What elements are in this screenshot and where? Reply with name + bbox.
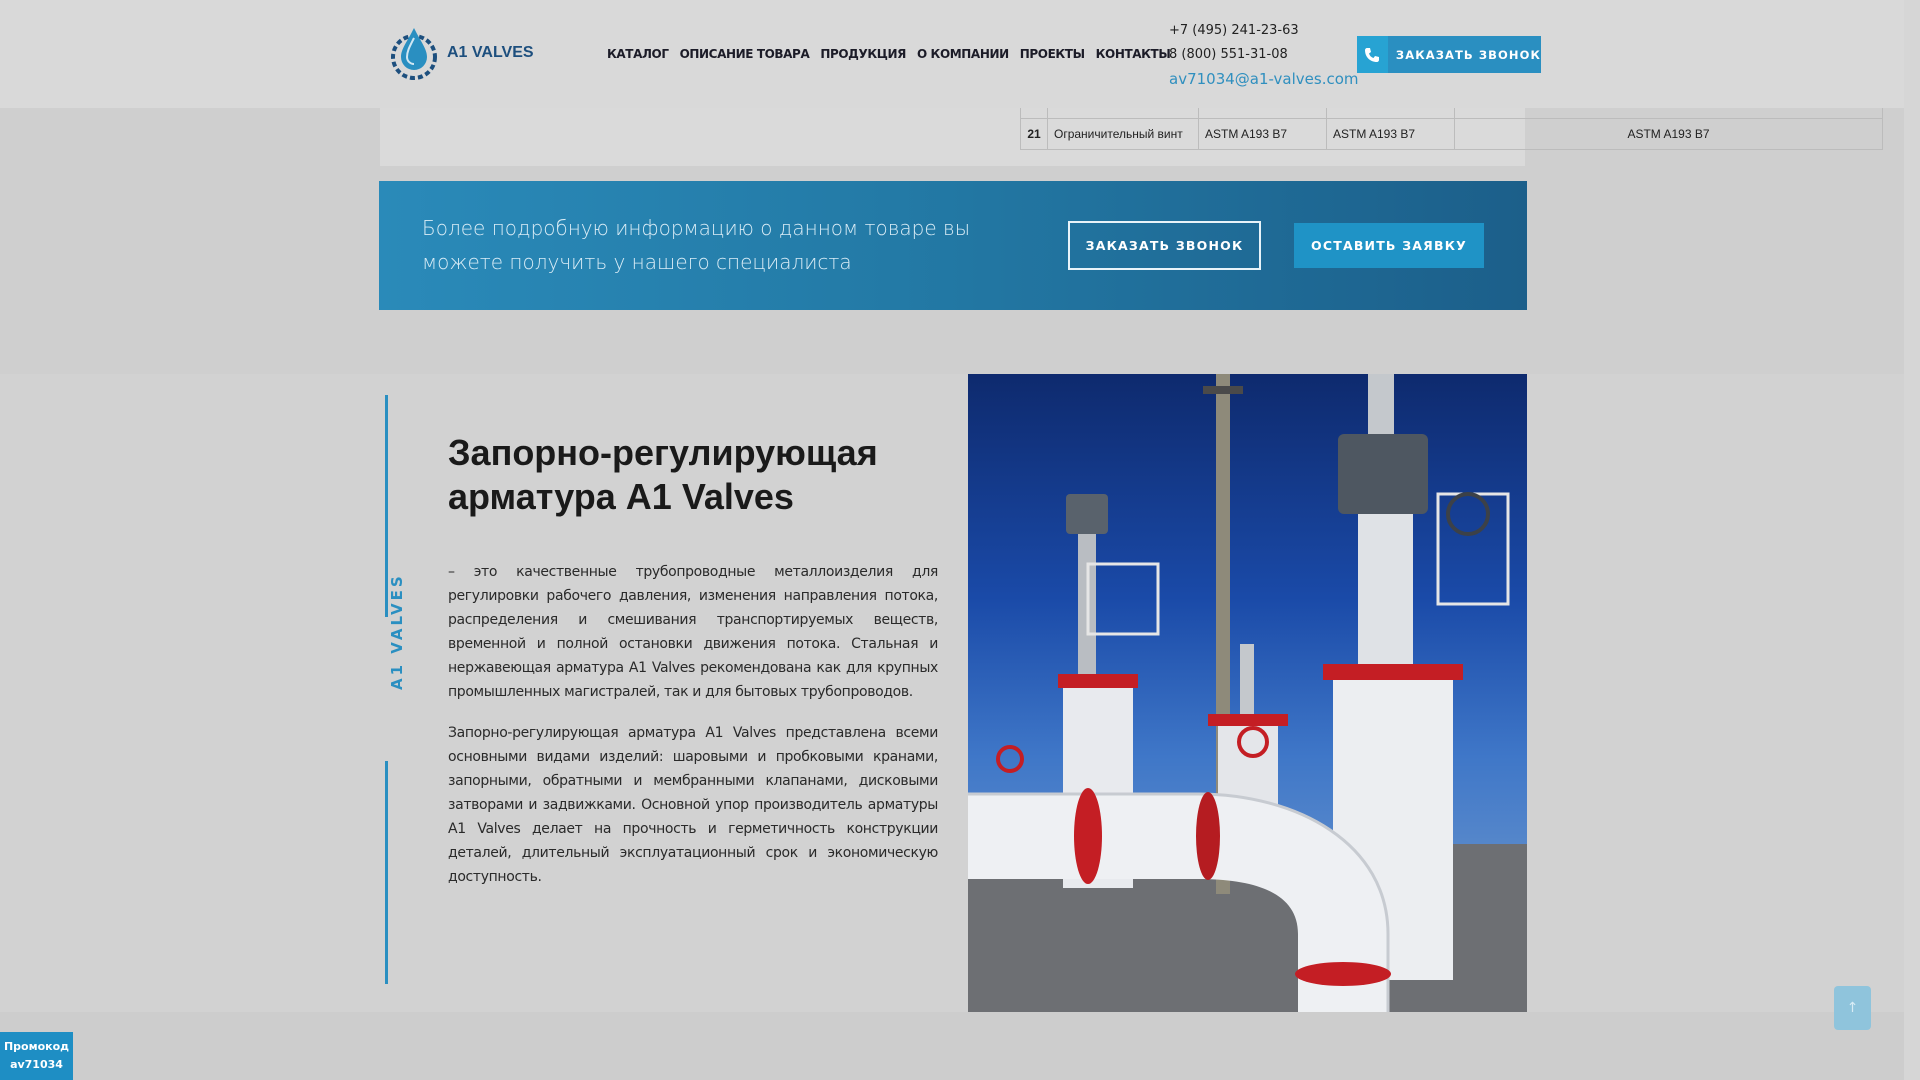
site-header: A1 VALVES КАТАЛОГ ОПИСАНИЕ ТОВАРА ПРОДУК…	[0, 0, 1904, 108]
contacts-block: +7 (495) 241-23-63 8 (800) 551-31-08 av7…	[1169, 22, 1359, 94]
table-row-partial	[1020, 108, 1883, 119]
spec-table: 21 Ограничительный винт ASTM A193 B7 AST…	[1020, 108, 1883, 150]
row-material-3: ASTM A193 B7	[1454, 117, 1883, 150]
decor-line-bottom	[385, 761, 388, 984]
cta-call-button[interactable]: ЗАКАЗАТЬ ЗВОНОК	[1068, 221, 1261, 270]
cta-request-button[interactable]: ОСТАВИТЬ ЗАЯВКУ	[1294, 223, 1484, 268]
scrollbar-track[interactable]	[1904, 0, 1920, 1080]
row-material-2: ASTM A193 B7	[1326, 117, 1455, 150]
bottom-band	[0, 1012, 1920, 1080]
phone-2[interactable]: 8 (800) 551-31-08	[1169, 46, 1359, 70]
article-section: A1 VALVES Запорно-регулирующая арматура …	[0, 374, 1904, 1012]
article-paragraph-2: Запорно-регулирующая арматура A1 Valves …	[448, 725, 938, 885]
phone-1[interactable]: +7 (495) 241-23-63	[1169, 22, 1359, 46]
scroll-to-top-button[interactable]: ↑	[1834, 986, 1871, 1030]
row-part-name: Ограничительный винт	[1047, 117, 1199, 150]
logo[interactable]: A1 VALVES	[387, 24, 535, 82]
promo-code-badge[interactable]: Промокод av71034	[0, 1032, 73, 1080]
logo-drop-icon	[391, 28, 437, 80]
promo-code: av71034	[10, 1058, 63, 1071]
header-call-button[interactable]: ЗАКАЗАТЬ ЗВОНОК	[1357, 36, 1541, 73]
main-nav: КАТАЛОГ ОПИСАНИЕ ТОВАРА ПРОДУКЦИЯ О КОМП…	[607, 47, 1181, 61]
vertical-brand-label: A1 VALVES	[388, 573, 406, 690]
cta-text: Более подробную информацию о данном това…	[422, 216, 971, 274]
cta-banner: Более подробную информацию о данном това…	[379, 181, 1527, 310]
row-number: 21	[1020, 117, 1048, 150]
nav-catalog[interactable]: КАТАЛОГ	[607, 47, 669, 61]
logo-text: A1 VALVES	[447, 44, 534, 61]
row-material-1: ASTM A193 B7	[1198, 117, 1327, 150]
spec-table-card: 21 Ограничительный винт ASTM A193 B7 AST…	[380, 108, 1883, 166]
nav-projects[interactable]: ПРОЕКТЫ	[1020, 47, 1085, 61]
article-title: Запорно-регулирующая арматура A1 Valves	[448, 432, 878, 517]
phone-icon	[1357, 36, 1388, 73]
promo-label: Промокод	[3, 1040, 70, 1053]
nav-products[interactable]: ПРОДУКЦИЯ	[820, 47, 906, 61]
email-link[interactable]: av71034@a1-valves.com	[1169, 70, 1359, 94]
nav-contacts[interactable]: КОНТАКТЫ	[1096, 47, 1171, 61]
table-row: 21 Ограничительный винт ASTM A193 B7 AST…	[1020, 117, 1883, 150]
article-paragraph-1: – это качественные трубопроводные металл…	[448, 564, 938, 700]
nav-about[interactable]: О КОМПАНИИ	[917, 47, 1009, 61]
nav-product-description[interactable]: ОПИСАНИЕ ТОВАРА	[680, 47, 810, 61]
industrial-valves-photo	[968, 374, 1527, 1012]
header-call-label: ЗАКАЗАТЬ ЗВОНОК	[1395, 47, 1541, 62]
arrow-up-icon: ↑	[1846, 1000, 1859, 1016]
